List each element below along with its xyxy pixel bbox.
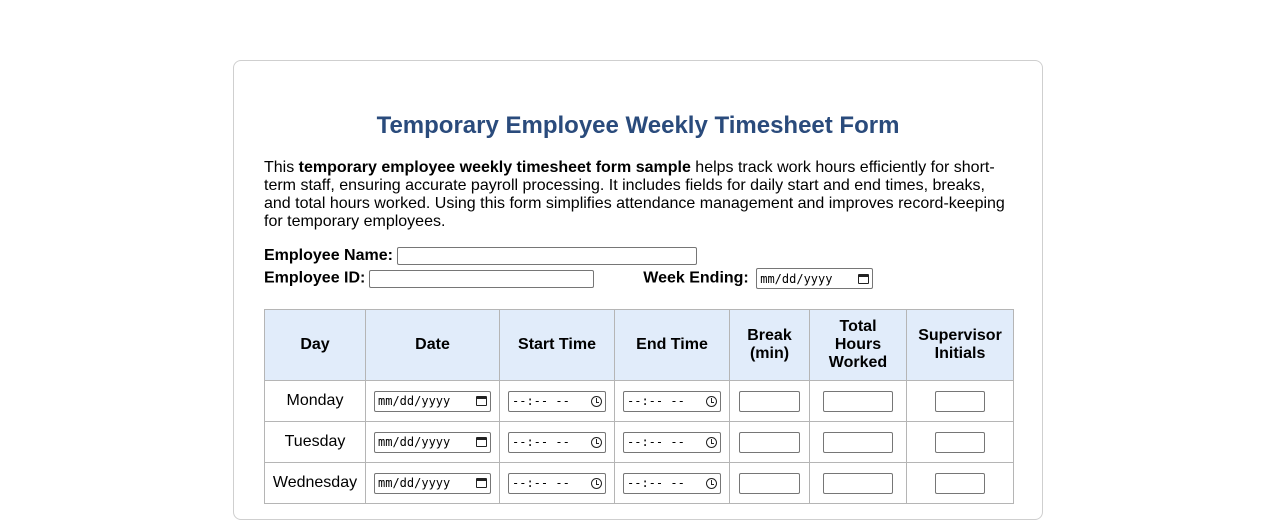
- start-time-placeholder: --:-- --: [512, 435, 570, 449]
- end-time-input[interactable]: --:-- --: [623, 431, 721, 453]
- calendar-icon[interactable]: [476, 396, 487, 406]
- calendar-icon[interactable]: [858, 273, 870, 284]
- start-time-cell: --:-- --: [499, 421, 615, 463]
- clock-icon[interactable]: [706, 395, 717, 407]
- break-cell: [729, 462, 810, 504]
- day-cell: Tuesday: [264, 421, 366, 463]
- end-time-cell: --:-- --: [614, 462, 730, 504]
- total-hours-cell: [809, 380, 907, 422]
- supervisor-initials-input[interactable]: [935, 472, 985, 494]
- header-total-line1: Total: [839, 318, 877, 335]
- calendar-icon[interactable]: [476, 478, 487, 488]
- break-input[interactable]: [739, 390, 800, 412]
- break-input[interactable]: [739, 431, 800, 453]
- header-total-hours: Total Hours Worked: [809, 309, 907, 381]
- end-time-cell: --:-- --: [614, 380, 730, 422]
- clock-icon[interactable]: [706, 477, 717, 489]
- header-break-line2: (min): [749, 345, 790, 362]
- header-end-time: End Time: [614, 309, 730, 381]
- date-cell: mm/dd/yyyy: [365, 380, 500, 422]
- end-time-input[interactable]: --:-- --: [623, 472, 721, 494]
- supervisor-initials-input[interactable]: [935, 431, 985, 453]
- intro-bold: temporary employee weekly timesheet form…: [298, 159, 691, 176]
- date-placeholder: mm/dd/yyyy: [378, 476, 451, 490]
- break-cell: [729, 380, 810, 422]
- employee-name-row: Employee Name:: [264, 247, 697, 265]
- employee-name-label: Employee Name:: [264, 247, 393, 265]
- date-input[interactable]: mm/dd/yyyy: [374, 431, 491, 453]
- total-hours-input[interactable]: [823, 472, 893, 494]
- break-input[interactable]: [739, 472, 800, 494]
- intro-prefix: This: [264, 159, 299, 176]
- calendar-icon[interactable]: [476, 437, 487, 447]
- table-row: Wednesday mm/dd/yyyy --:-- -- --:-- --: [264, 462, 1014, 504]
- supervisor-initials-cell: [906, 421, 1014, 463]
- day-cell: Monday: [264, 380, 366, 422]
- day-cell: Wednesday: [264, 462, 366, 504]
- week-ending-label: Week Ending:: [643, 269, 749, 287]
- date-cell: mm/dd/yyyy: [365, 421, 500, 463]
- clock-icon[interactable]: [591, 395, 602, 407]
- header-break-line1: Break: [747, 327, 792, 344]
- table-header-row: Day Date Start Time End Time Break (min) …: [264, 309, 1014, 381]
- supervisor-initials-cell: [906, 462, 1014, 504]
- timesheet-card: Temporary Employee Weekly Timesheet Form…: [233, 60, 1043, 520]
- end-time-input[interactable]: --:-- --: [623, 390, 721, 412]
- date-placeholder: mm/dd/yyyy: [378, 435, 451, 449]
- start-time-placeholder: --:-- --: [512, 476, 570, 490]
- header-total-line2: Hours: [834, 336, 882, 353]
- end-time-cell: --:-- --: [614, 421, 730, 463]
- employee-name-input[interactable]: [396, 247, 697, 265]
- end-time-placeholder: --:-- --: [627, 435, 685, 449]
- start-time-cell: --:-- --: [499, 462, 615, 504]
- page-title: Temporary Employee Weekly Timesheet Form: [376, 112, 900, 139]
- end-time-placeholder: --:-- --: [627, 476, 685, 490]
- total-hours-cell: [809, 421, 907, 463]
- employee-id-row: Employee ID: Week Ending: mm/dd/yyyy: [264, 268, 874, 289]
- header-day: Day: [264, 309, 366, 381]
- date-input[interactable]: mm/dd/yyyy: [374, 472, 491, 494]
- week-ending-placeholder: mm/dd/yyyy: [760, 271, 833, 286]
- header-supervisor-line2: Initials: [934, 345, 986, 362]
- timesheet-table: Day Date Start Time End Time Break (min) …: [264, 309, 1014, 504]
- start-time-input[interactable]: --:-- --: [508, 390, 606, 412]
- header-total-line3: Worked: [828, 354, 888, 371]
- header-date: Date: [365, 309, 500, 381]
- table-row: Monday mm/dd/yyyy --:-- -- --:-- --: [264, 380, 1014, 422]
- supervisor-initials-cell: [906, 380, 1014, 422]
- header-supervisor-initials: Supervisor Initials: [906, 309, 1014, 381]
- clock-icon[interactable]: [591, 477, 602, 489]
- total-hours-input[interactable]: [823, 431, 893, 453]
- header-start-time: Start Time: [499, 309, 615, 381]
- start-time-placeholder: --:-- --: [512, 394, 570, 408]
- total-hours-input[interactable]: [823, 390, 893, 412]
- total-hours-cell: [809, 462, 907, 504]
- date-input[interactable]: mm/dd/yyyy: [374, 390, 491, 412]
- intro-paragraph: This temporary employee weekly timesheet…: [264, 159, 1012, 231]
- clock-icon[interactable]: [706, 436, 717, 448]
- start-time-cell: --:-- --: [499, 380, 615, 422]
- table-row: Tuesday mm/dd/yyyy --:-- -- --:-- --: [264, 421, 1014, 463]
- supervisor-initials-input[interactable]: [935, 390, 985, 412]
- clock-icon[interactable]: [591, 436, 602, 448]
- start-time-input[interactable]: --:-- --: [508, 431, 606, 453]
- start-time-input[interactable]: --:-- --: [508, 472, 606, 494]
- date-cell: mm/dd/yyyy: [365, 462, 500, 504]
- break-cell: [729, 421, 810, 463]
- end-time-placeholder: --:-- --: [627, 394, 685, 408]
- header-supervisor-line1: Supervisor: [918, 327, 1002, 344]
- week-ending-date-input[interactable]: mm/dd/yyyy: [756, 268, 874, 289]
- employee-id-label: Employee ID:: [264, 269, 366, 287]
- date-placeholder: mm/dd/yyyy: [378, 394, 451, 408]
- header-break: Break (min): [729, 309, 810, 381]
- employee-id-input[interactable]: [369, 269, 595, 288]
